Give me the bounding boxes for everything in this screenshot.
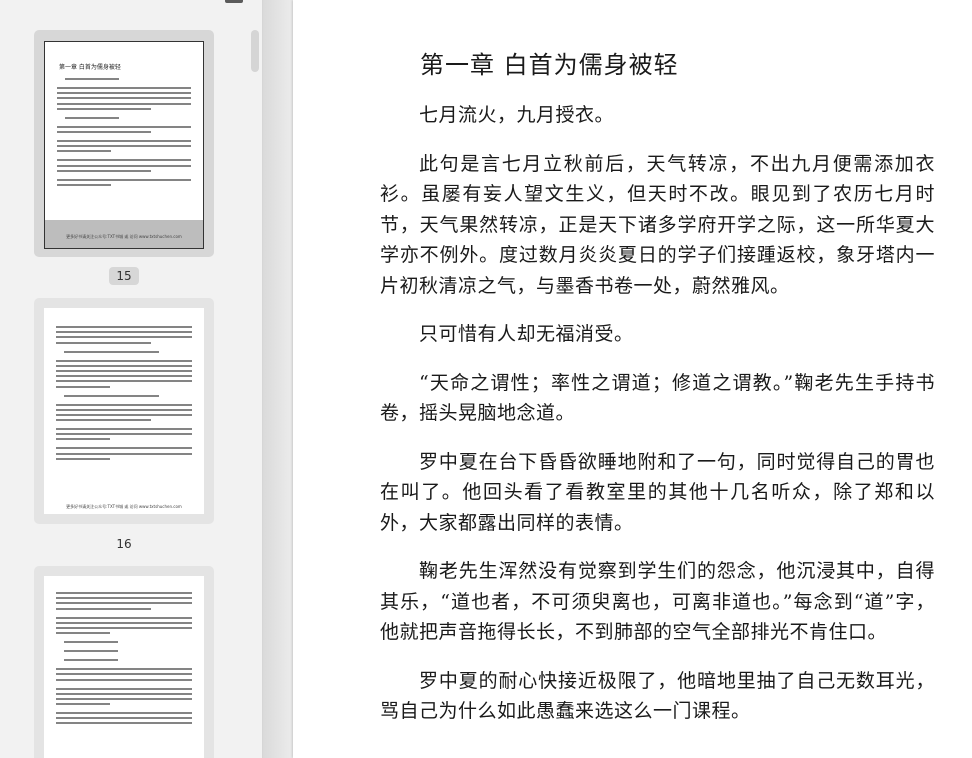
paragraph: 只可惜有人却无福消受。 [419,323,634,345]
thumbnail-footnote: 更多好书请关注公众号:TXT书城 或 访问 www.txtshuchen.com [66,504,182,509]
paragraph: 此句是言七月立秋前后，天气转凉，不出九月便需添加衣衫。虽屡有妄人望文生义，但天时… [380,152,935,297]
paragraph: 七月流火，九月授衣。 [419,104,615,126]
sidebar-scrollbar[interactable] [251,30,259,72]
thumbnail-footnote: 更多好书请关注公众号:TXT书城 或 访问 www.txtshuchen.com [66,234,182,239]
page-thumbnail-16[interactable]: 更多好书请关注公众号:TXT书城 或 访问 www.txtshuchen.com [34,298,214,524]
page-number-badge: 15 [109,267,139,285]
page-gutter [263,0,293,758]
sidebar-resize-handle[interactable] [225,0,243,3]
chapter-title: 第一章 白首为儒身被轻 [420,51,679,79]
thumbnail-chapter-title: 第一章 白首为儒身被轻 [59,64,121,71]
paragraph: 罗中夏的耐心快接近极限了，他暗地里抽了自己无数耳光，骂自己为什么如此愚蠢来选这么… [380,669,935,723]
thumbnail-sidebar: 第一章 白首为儒身被轻 更多好书请关注公众号:TXT书城 或 访问 www.tx… [0,0,263,758]
page-number-label-16: 16 [0,535,248,553]
page-number-badge: 16 [116,537,132,551]
paragraph: “天命之谓性；率性之谓道；修道之谓教。”鞠老先生手持书卷，摇头晃脑地念道。 [380,371,935,425]
thumbnail-page-preview [44,576,204,758]
thumbnail-text-lines [56,326,192,463]
document-page: 第一章 白首为儒身被轻 七月流火，九月授衣。 此句是言七月立秋前后，天气转凉，不… [293,0,972,758]
page-number-label-15: 15 [0,267,248,285]
page-thumbnail-17[interactable] [34,566,214,758]
thumbnail-page-preview: 第一章 白首为儒身被轻 更多好书请关注公众号:TXT书城 或 访问 www.tx… [44,41,204,249]
document-viewer[interactable]: 第一章 白首为儒身被轻 七月流火，九月授衣。 此句是言七月立秋前后，天气转凉，不… [263,0,972,758]
paragraph: 鞠老先生浑然没有觉察到学生们的怨念，他沉浸其中，自得其乐，“道也者，不可须臾离也… [380,560,935,643]
paragraph: 罗中夏在台下昏昏欲睡地附和了一句，同时觉得自己的胃也在叫了。他回头看了看教室里的… [380,450,935,534]
thumbnail-text-lines [56,592,192,728]
thumbnail-text-lines [57,78,191,189]
page-content: 第一章 白首为儒身被轻 七月流火，九月授衣。 此句是言七月立秋前后，天气转凉，不… [380,44,935,745]
page-thumbnail-15[interactable]: 第一章 白首为儒身被轻 更多好书请关注公众号:TXT书城 或 访问 www.tx… [34,30,214,257]
thumbnail-page-footer: 更多好书请关注公众号:TXT书城 或 访问 www.txtshuchen.com [45,220,203,248]
thumbnail-page-preview: 更多好书请关注公众号:TXT书城 或 访问 www.txtshuchen.com [44,308,204,514]
